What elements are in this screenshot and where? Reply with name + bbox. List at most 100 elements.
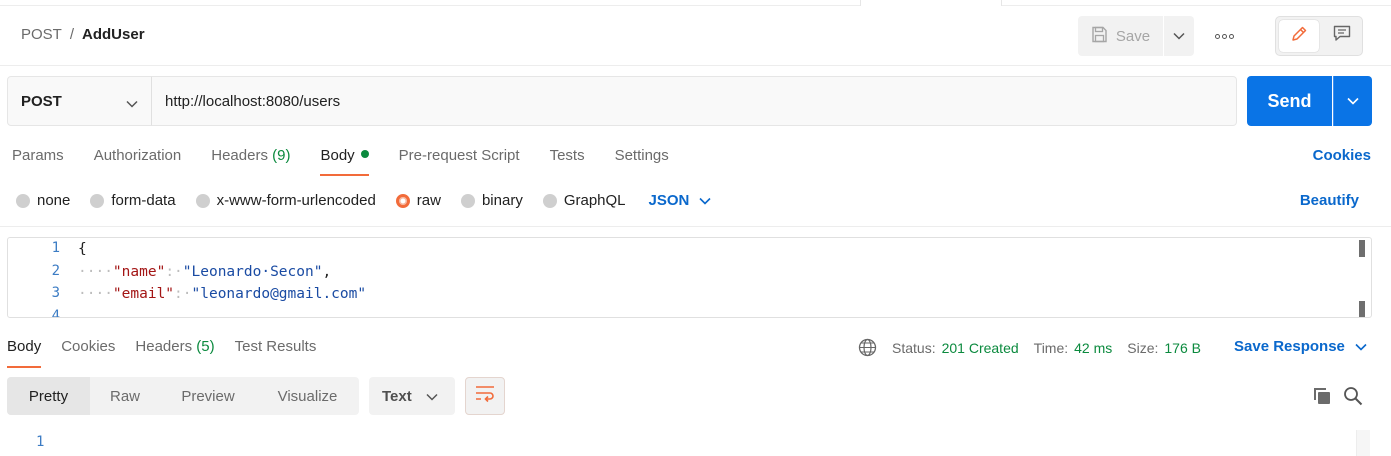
tab-authorization[interactable]: Authorization: [94, 147, 182, 175]
tab-stub[interactable]: [860, 0, 1002, 6]
size-value[interactable]: 176 B: [1164, 340, 1201, 356]
radio-label: GraphQL: [563, 192, 626, 209]
response-headers-count: (5): [196, 338, 215, 355]
size-label: Size:: [1127, 339, 1159, 356]
http-method-select[interactable]: POST: [7, 76, 152, 126]
edit-mode-button[interactable]: [1279, 20, 1319, 52]
search-icon[interactable]: [1343, 386, 1363, 411]
save-response-button[interactable]: Save Response: [1234, 338, 1367, 355]
save-dropdown-button[interactable]: [1164, 16, 1194, 56]
breadcrumb-method: POST: [21, 26, 62, 43]
response-format-select[interactable]: Text: [369, 377, 455, 415]
radio-circle: [195, 193, 210, 208]
radio-circle: [460, 193, 475, 208]
send-button[interactable]: Send: [1247, 76, 1332, 126]
send-dropdown-button[interactable]: [1333, 76, 1372, 126]
radio-circle: [90, 193, 105, 208]
body-format-select[interactable]: JSON: [649, 192, 712, 209]
tab-label: Pre-request Script: [398, 147, 520, 164]
radio-label: raw: [416, 192, 441, 209]
floppy-disk-icon: [1091, 26, 1108, 47]
comments-button[interactable]: [1324, 20, 1360, 52]
tab-label: Body: [7, 338, 42, 355]
body-indicator-dot: [360, 150, 369, 158]
view-raw-button[interactable]: Raw: [90, 377, 160, 415]
code-token: "email": [112, 286, 175, 302]
response-view-toggle: Pretty Raw Preview Visualize: [7, 377, 359, 415]
response-tab-body[interactable]: Body: [7, 338, 42, 368]
tab-label: Headers: [135, 338, 193, 355]
radio-none[interactable]: none: [16, 192, 70, 209]
code-line: {: [78, 238, 87, 260]
code-token: :·: [165, 264, 183, 280]
chevron-down-icon: [1173, 27, 1185, 45]
tab-tests[interactable]: Tests: [550, 147, 585, 175]
http-method-value: POST: [21, 92, 62, 110]
response-tab-headers[interactable]: Headers (5): [135, 338, 214, 367]
cookies-link[interactable]: Cookies: [1313, 147, 1371, 164]
response-tab-cookies[interactable]: Cookies: [61, 338, 115, 367]
breadcrumb: POST / AddUser: [21, 26, 145, 43]
line-number-gutter: 1 2 3 4: [8, 238, 68, 317]
breadcrumb-separator: /: [69, 26, 75, 43]
line-number: 3: [51, 285, 60, 301]
code-line: ····"email":·"leonardo@gmail.com": [78, 283, 366, 305]
response-tabs: Body Cookies Headers (5) Test Results: [7, 338, 336, 368]
globe-icon[interactable]: [858, 338, 877, 357]
comment-icon: [1333, 25, 1351, 47]
editor-scrollbar-bottom[interactable]: [1359, 301, 1365, 317]
editor-scrollbar-top[interactable]: [1359, 240, 1365, 257]
radio-graphql[interactable]: GraphQL: [542, 192, 626, 209]
response-scrollbar[interactable]: [1356, 430, 1370, 456]
response-meta: Status: 201 Created Time: 42 ms Size: 17…: [858, 338, 1216, 357]
code-token: "leonardo@gmail.com": [191, 286, 367, 302]
view-visualize-button[interactable]: Visualize: [256, 377, 359, 415]
copy-icon[interactable]: [1312, 386, 1332, 411]
response-tab-test-results[interactable]: Test Results: [235, 338, 317, 367]
chevron-down-icon: [126, 95, 138, 112]
radio-label: x-www-form-urlencoded: [216, 192, 376, 209]
tab-pre-request-script[interactable]: Pre-request Script: [399, 147, 520, 175]
tab-body[interactable]: Body: [320, 147, 369, 176]
chevron-down-icon: [426, 388, 438, 405]
code-token: {: [78, 241, 87, 257]
view-preview-button[interactable]: Preview: [160, 377, 256, 415]
body-type-radios: none form-data x-www-form-urlencoded raw…: [16, 192, 711, 209]
time-value[interactable]: 42 ms: [1074, 340, 1112, 356]
radio-circle: [542, 193, 557, 208]
radio-binary[interactable]: binary: [460, 192, 523, 209]
url-input[interactable]: http://localhost:8080/users: [151, 76, 1237, 126]
radio-circle-selected: [395, 193, 410, 208]
radio-label: none: [37, 192, 71, 209]
radio-circle: [16, 193, 30, 208]
status-label: Status:: [892, 339, 936, 356]
radio-label: binary: [481, 192, 523, 209]
section-divider: [0, 226, 1391, 227]
tab-label: Body: [320, 147, 355, 164]
headers-count: (9): [272, 147, 291, 164]
code-token: "name": [112, 264, 166, 280]
tab-params[interactable]: Params: [12, 147, 64, 175]
pencil-icon: [1290, 25, 1308, 48]
radio-label: form-data: [111, 192, 176, 209]
view-pretty-button[interactable]: Pretty: [7, 377, 90, 415]
tab-headers[interactable]: Headers (9): [211, 147, 290, 175]
radio-raw[interactable]: raw: [395, 192, 441, 209]
beautify-link[interactable]: Beautify: [1300, 192, 1359, 209]
status-value[interactable]: 201 Created: [942, 340, 1019, 356]
radio-x-www-form-urlencoded[interactable]: x-www-form-urlencoded: [195, 192, 376, 209]
tab-label: Test Results: [234, 338, 317, 355]
tab-settings[interactable]: Settings: [615, 147, 669, 175]
request-name[interactable]: AddUser: [82, 26, 145, 43]
more-dots-icon[interactable]: [1212, 26, 1236, 46]
radio-form-data[interactable]: form-data: [90, 192, 176, 209]
code-token: :·: [174, 286, 192, 302]
request-body-editor[interactable]: 1 2 3 4 { ····"name":·"Leonardo·Secon", …: [7, 237, 1372, 318]
wrap-lines-icon: [475, 385, 495, 408]
wrap-lines-button[interactable]: [465, 377, 505, 415]
tab-label: Headers: [211, 147, 268, 164]
save-response-label: Save Response: [1234, 338, 1345, 355]
save-button[interactable]: Save: [1078, 16, 1163, 56]
body-format-value: JSON: [648, 192, 690, 209]
top-border: [0, 5, 1391, 6]
